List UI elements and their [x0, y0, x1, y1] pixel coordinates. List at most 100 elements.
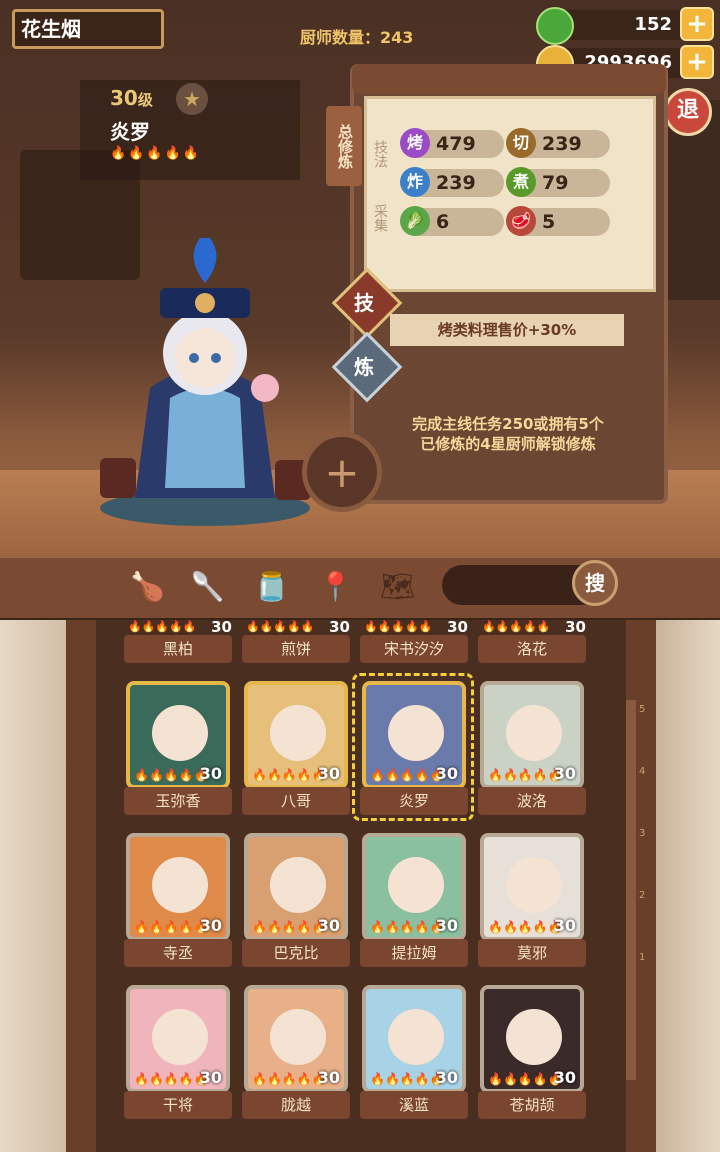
add-equipment-button[interactable]: + [302, 432, 382, 512]
chef-card-level: 30 [317, 1068, 340, 1087]
stat-icon: 切 [506, 128, 536, 158]
stat-value: 5 [542, 211, 556, 233]
chef-portrait-face [152, 857, 208, 913]
chef-portrait-face [506, 705, 562, 761]
search-button[interactable]: 搜 [572, 560, 618, 606]
add-jade-button[interactable]: + [680, 7, 714, 41]
chef-card-level: 30 [317, 916, 340, 935]
chef-portrait-card[interactable]: 🔥🔥🔥🔥🔥 30 [244, 833, 348, 941]
chef-card-level: 30 [435, 1068, 458, 1087]
chef-nameplate[interactable]: 莫邪 [478, 939, 586, 967]
chef-portrait-face [506, 857, 562, 913]
player-name[interactable]: 花生烟 [12, 9, 164, 49]
jade-value: 152 [634, 14, 672, 35]
stat-value: 79 [542, 172, 569, 194]
gather-side-label: 采集 [372, 204, 388, 232]
chef-portrait-face [388, 1009, 444, 1065]
add-coin-button[interactable]: + [680, 45, 714, 79]
stat-icon: 炸 [400, 167, 430, 197]
chef-nameplate[interactable]: 苍胡颉 [478, 1091, 586, 1119]
ruler-mark: 1 [639, 952, 646, 963]
refine-button[interactable]: 炼 [331, 331, 403, 403]
chef-portrait-card[interactable]: 🔥🔥🔥🔥🔥 30 [126, 681, 230, 789]
stat-badge: 🥬 6 [400, 206, 504, 236]
chef-nameplate[interactable]: 煎饼 [242, 635, 350, 663]
map-filter-icon[interactable]: 🗺 [380, 570, 416, 604]
chef-card-flames: 🔥🔥🔥🔥🔥 [364, 620, 433, 633]
chef-card-flames: 🔥🔥🔥🔥🔥 [252, 920, 327, 934]
chef-nameplate[interactable]: 干将 [124, 1091, 232, 1119]
stat-value: 479 [436, 133, 476, 155]
chef-nameplate[interactable]: 洛花 [478, 635, 586, 663]
refine-unlock-text: 完成主线任务250或拥有5个 已修炼的4星厨师解锁修炼 [372, 414, 644, 454]
total-cultivation-tab[interactable]: 总修炼 [326, 106, 362, 186]
jar-filter-icon[interactable]: 🫙 [254, 570, 289, 604]
stat-badge: 烤 479 [400, 128, 504, 158]
unlock-line-1: 完成主线任务250或拥有5个 [412, 415, 604, 433]
refine-button-label: 炼 [354, 355, 374, 379]
chef-card-flames: 🔥🔥🔥🔥🔥 [252, 768, 327, 782]
chef-nameplate[interactable]: 巴克比 [242, 939, 350, 967]
chef-name: 炎罗 [110, 120, 150, 144]
jade-icon [536, 7, 574, 45]
chef-portrait-face [388, 857, 444, 913]
ruler-mark: 2 [639, 890, 646, 901]
stat-value: 6 [436, 211, 450, 233]
chef-portrait-card[interactable]: 🔥🔥🔥🔥🔥 30 [480, 833, 584, 941]
chef-nameplate[interactable]: 八哥 [242, 787, 350, 815]
chef-count-value: 243 [380, 28, 414, 47]
location-filter-icon[interactable]: 📍 [318, 570, 353, 604]
chef-portrait-face [270, 857, 326, 913]
stat-icon: 煮 [506, 167, 536, 197]
chef-portrait-face [506, 1009, 562, 1065]
chef-portrait-card[interactable]: 🔥🔥🔥🔥🔥 30 [480, 985, 584, 1093]
chef-portrait-face [270, 1009, 326, 1065]
chef-card-level: 30 [317, 764, 340, 783]
chef-card-flames: 🔥🔥🔥🔥🔥 [252, 1072, 327, 1086]
skill-bonus-text: 烤类料理售价+30% [390, 314, 624, 346]
chef-portrait-card[interactable]: 🔥🔥🔥🔥🔥 30 [126, 833, 230, 941]
chef-card-flames: 🔥🔥🔥🔥🔥 [482, 620, 551, 633]
chef-card-flames: 🔥🔥🔥🔥🔥 [246, 620, 315, 633]
chef-portrait-card[interactable]: 🔥🔥🔥🔥🔥 30 [362, 833, 466, 941]
scroll-ruler[interactable] [626, 700, 636, 1080]
chef-nameplate[interactable]: 寺丞 [124, 939, 232, 967]
jade-counter: 152 + [536, 7, 714, 45]
chef-portrait-card[interactable]: 🔥🔥🔥🔥🔥 30 [126, 985, 230, 1093]
spoon-filter-icon[interactable]: 🥄 [190, 570, 225, 604]
chef-portrait-card[interactable]: 🔥🔥🔥🔥🔥 30 [362, 985, 466, 1093]
chef-card-flames: 🔥🔥🔥🔥🔥 [128, 620, 197, 633]
chef-nameplate[interactable]: 胧越 [242, 1091, 350, 1119]
chef-card-flames: 🔥🔥🔥🔥🔥 [134, 1072, 209, 1086]
chef-nameplate[interactable]: 玉弥香 [124, 787, 232, 815]
ruler-mark: 5 [639, 704, 646, 715]
skill-button-label: 技 [354, 291, 374, 315]
favorite-star-icon[interactable]: ★ [176, 83, 208, 115]
chef-card-level: 30 [199, 916, 222, 935]
chef-portrait-face [152, 1009, 208, 1065]
right-wall [656, 620, 720, 1152]
chef-nameplate[interactable]: 波洛 [478, 787, 586, 815]
chef-nameplate[interactable]: 宋书汐汐 [360, 635, 468, 663]
chef-card-level: 30 [435, 916, 458, 935]
stat-icon: 🥩 [506, 206, 536, 236]
chef-card-level: 30 [199, 764, 222, 783]
chef-count: 厨师数量：243 [300, 24, 413, 48]
left-frame [66, 620, 96, 1152]
chef-nameplate[interactable]: 溪蓝 [360, 1091, 468, 1119]
chef-card-flames: 🔥🔥🔥🔥🔥 [134, 920, 209, 934]
chef-portrait-card[interactable]: 🔥🔥🔥🔥🔥 30 [244, 985, 348, 1093]
chef-nameplate[interactable]: 提拉姆 [360, 939, 468, 967]
skill-side-label: 技法 [372, 140, 388, 168]
exit-button[interactable]: 退 [664, 88, 712, 136]
chef-level-number: 30 [110, 86, 138, 110]
stat-badge: 炸 239 [400, 167, 504, 197]
meat-filter-icon[interactable]: 🍗 [130, 570, 165, 604]
chef-nameplate[interactable]: 黑柏 [124, 635, 232, 663]
scroll-rod [352, 64, 666, 94]
chef-rarity-flames: 🔥🔥🔥🔥🔥 [110, 146, 201, 161]
skill-button[interactable]: 技 [331, 267, 403, 339]
chef-portrait-card[interactable]: 🔥🔥🔥🔥🔥 30 [244, 681, 348, 789]
chef-portrait-card[interactable]: 🔥🔥🔥🔥🔥 30 [480, 681, 584, 789]
selected-chef-highlight [352, 673, 474, 821]
